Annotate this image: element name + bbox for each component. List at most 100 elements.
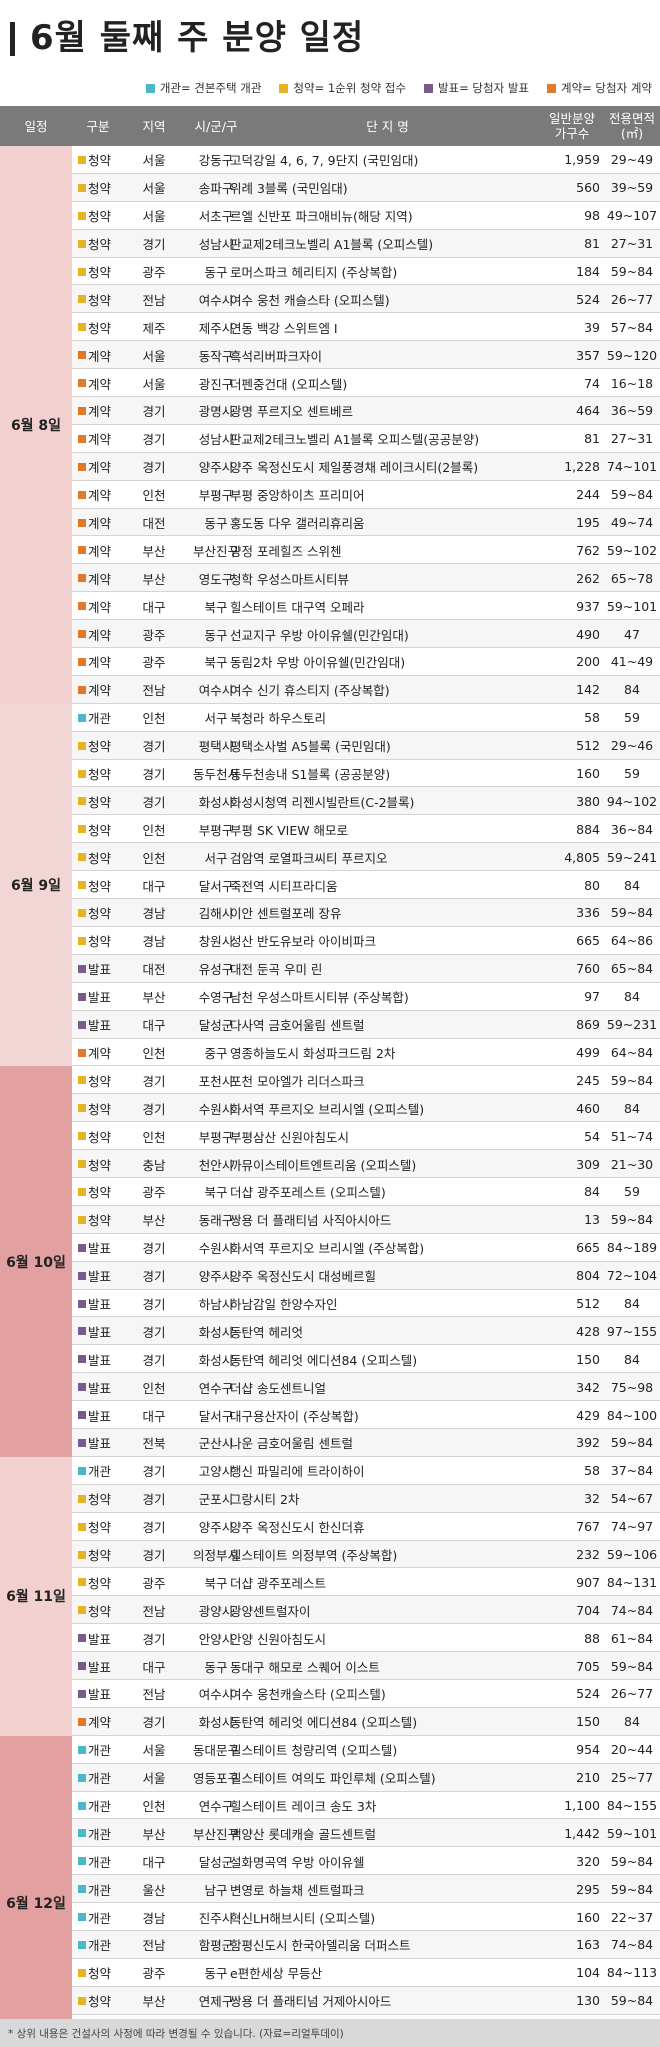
type-color-swatch xyxy=(78,1132,86,1141)
row-units: 150 xyxy=(576,1714,600,1730)
type-color-swatch xyxy=(78,1829,86,1838)
row-region: 대구 xyxy=(142,599,166,615)
row-units: 232 xyxy=(576,1546,600,1562)
table-row: 발표 경기 화성시 동탄역 헤리엇 428 97~155 xyxy=(72,1317,660,1346)
table-row: 계약 광주 북구 동림2차 우방 아이유쉘(민간임대) 200 41~49 xyxy=(72,648,660,676)
row-type: 개관 xyxy=(88,1854,112,1870)
row-area: 59 xyxy=(624,1184,640,1200)
row-complex-name: 양주 옥정신도시 제일풍경채 레이크시티(2블록) xyxy=(230,460,479,476)
row-region: 경기 xyxy=(142,767,166,783)
row-region: 경기 xyxy=(142,404,166,420)
row-region: 전북 xyxy=(142,1436,166,1452)
row-area: 64~86 xyxy=(610,933,654,949)
row-type: 개관 xyxy=(88,1826,112,1842)
row-units: 884 xyxy=(576,821,600,837)
row-region: 전남 xyxy=(142,1938,166,1954)
row-units: 150 xyxy=(576,1351,600,1367)
row-area: 59~102 xyxy=(606,542,658,558)
row-region: 광주 xyxy=(142,655,166,671)
row-region: 경기 xyxy=(142,1101,166,1117)
row-type: 개관 xyxy=(88,711,112,727)
row-units: 392 xyxy=(576,1435,600,1451)
row-complex-name: 행신 파밀리에 트라이하이 xyxy=(230,1464,365,1480)
row-region: 경기 xyxy=(142,1352,166,1368)
row-type: 청약 xyxy=(88,850,112,866)
row-region: 대전 xyxy=(142,516,166,532)
type-color-swatch xyxy=(78,1271,86,1280)
row-complex-name: 변영로 하늘채 센트럴파크 xyxy=(230,1882,365,1898)
type-color-swatch xyxy=(78,1801,86,1810)
row-type: 계약 xyxy=(88,1715,112,1731)
row-units: 869 xyxy=(576,1017,600,1033)
row-complex-name: 힐스테이트 의정부역 (주상복합) xyxy=(230,1547,398,1563)
type-color-swatch xyxy=(78,1717,86,1726)
row-type: 발표 xyxy=(88,962,112,978)
row-region: 서울 xyxy=(142,348,166,364)
row-type: 청약 xyxy=(88,1994,112,2010)
page-title: 6월 둘째 주 분양 일정 xyxy=(30,18,365,58)
row-complex-name: 판교제2테크노벨리 A1블록 오피스텔(공공분양) xyxy=(230,432,480,448)
row-type: 계약 xyxy=(88,488,112,504)
row-region: 대전 xyxy=(142,962,166,978)
row-units: 336 xyxy=(576,905,600,921)
row-region: 부산 xyxy=(142,1826,166,1842)
row-type: 발표 xyxy=(88,1352,112,1368)
row-type: 발표 xyxy=(88,1241,112,1257)
row-type: 개관 xyxy=(88,1938,112,1954)
row-type: 청약 xyxy=(88,1492,112,1508)
row-complex-name: 더샵 송도센트니얼 xyxy=(230,1380,326,1396)
row-type: 청약 xyxy=(88,1520,112,1536)
row-units: 74 xyxy=(584,375,600,391)
row-type: 개관 xyxy=(88,1771,112,1787)
row-region: 경기 xyxy=(142,794,166,810)
table-row: 청약 경기 수원시 화서역 푸르지오 브리시엘 (오피스텔) 460 84 xyxy=(72,1094,660,1123)
type-color-swatch xyxy=(78,1550,86,1559)
type-color-swatch xyxy=(78,685,86,694)
row-region: 경기 xyxy=(142,1269,166,1285)
row-type: 청약 xyxy=(88,1603,112,1619)
row-area: 49~107 xyxy=(606,208,658,224)
type-color-swatch xyxy=(78,1048,86,1057)
footer-note: * 상위 내용은 건설사의 사정에 따라 변경될 수 있습니다. (자료=리얼투… xyxy=(0,2019,660,2047)
row-type: 청약 xyxy=(88,794,112,810)
row-type: 청약 xyxy=(88,181,112,197)
row-units: 907 xyxy=(576,1574,600,1590)
group-rows: 개관 경기 고양시 행신 파밀리에 트라이하이 58 37~84 청약 경기 군포시 그랑시티 2… xyxy=(72,1456,660,1736)
row-units: 357 xyxy=(576,347,600,363)
row-area: 59~120 xyxy=(606,347,658,363)
type-color-swatch xyxy=(78,741,86,750)
row-region: 인천 xyxy=(142,822,166,838)
row-complex-name: 선교지구 우방 아이유쉘(민간임대) xyxy=(230,627,409,643)
row-type: 계약 xyxy=(88,432,112,448)
table-row: 계약 광주 동구 선교지구 우방 아이유쉘(민간임대) 490 47 xyxy=(72,620,660,649)
row-area: 65~84 xyxy=(610,961,654,977)
group-date-label: 6월 8일 xyxy=(0,146,72,704)
row-complex-name: 쌍용 더 플래티넘 사직아시아드 xyxy=(230,1213,392,1229)
row-area: 75~98 xyxy=(610,1379,654,1395)
row-type: 청약 xyxy=(88,1547,112,1563)
type-color-swatch xyxy=(78,407,86,416)
row-units: 104 xyxy=(576,1965,600,1981)
row-area: 59~106 xyxy=(606,1546,658,1562)
table-row: 청약 경남 김해시 이안 센트럴포레 장유 336 59~84 xyxy=(72,899,660,927)
row-area: 84 xyxy=(624,1714,640,1730)
row-complex-name: 힐스테이트 여의도 파인루체 (오피스텔) xyxy=(230,1771,436,1787)
table-row: 청약 경기 화성시 화성시청역 리젠시빌란트(C-2블록) 380 94~102 xyxy=(72,787,660,816)
row-region: 경기 xyxy=(142,1073,166,1089)
row-region: 대구 xyxy=(142,1659,166,1675)
row-area: 20~44 xyxy=(610,1742,654,1758)
row-type: 청약 xyxy=(88,153,112,169)
row-area: 26~77 xyxy=(610,1686,654,1702)
row-type: 발표 xyxy=(88,1659,112,1675)
row-complex-name: 화서역 푸르지오 브리시엘 (주상복합) xyxy=(230,1241,425,1257)
type-color-swatch xyxy=(78,1578,86,1587)
row-complex-name: 위례 3블록 (국민임대) xyxy=(230,181,348,197)
row-type: 청약 xyxy=(88,878,112,894)
row-region: 경기 xyxy=(142,1296,166,1312)
table-row: 청약 제주 제주시 연동 백강 스위트엠 I 39 57~84 xyxy=(72,313,660,342)
row-area: 57~84 xyxy=(610,319,654,335)
type-color-swatch xyxy=(78,1689,86,1698)
row-units: 1,100 xyxy=(564,1797,600,1813)
type-color-swatch xyxy=(78,546,86,555)
type-color-swatch xyxy=(78,1243,86,1252)
